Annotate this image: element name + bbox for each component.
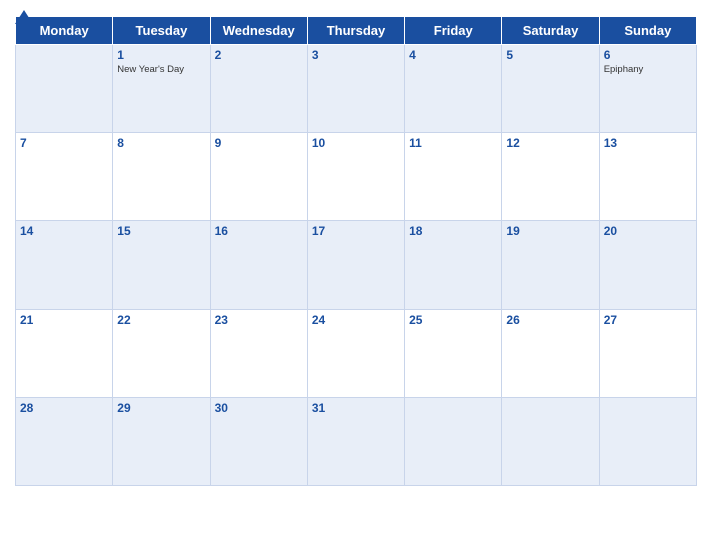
calendar-cell: 6 Epiphany (599, 45, 696, 133)
day-number: 9 (215, 136, 303, 150)
day-number: 14 (20, 224, 108, 238)
logo-blue-text (15, 10, 35, 24)
calendar-cell: 31 (307, 397, 404, 485)
calendar-cell: 30 (210, 397, 307, 485)
day-number: 2 (215, 48, 303, 62)
day-number: 6 (604, 48, 692, 62)
calendar-cell: 8 (113, 133, 210, 221)
calendar-cell: 18 (405, 221, 502, 309)
calendar-cell: 9 (210, 133, 307, 221)
calendar-cell: 3 (307, 45, 404, 133)
day-number: 10 (312, 136, 400, 150)
calendar-cell: 17 (307, 221, 404, 309)
calendar-cell: 14 (16, 221, 113, 309)
logo-bird-icon (15, 10, 33, 24)
weekday-header-wednesday: Wednesday (210, 17, 307, 45)
weekday-header-saturday: Saturday (502, 17, 599, 45)
calendar-cell: 15 (113, 221, 210, 309)
day-number: 22 (117, 313, 205, 327)
calendar-cell: 13 (599, 133, 696, 221)
calendar-container: MondayTuesdayWednesdayThursdayFridaySatu… (0, 0, 712, 550)
calendar-cell: 5 (502, 45, 599, 133)
day-number: 18 (409, 224, 497, 238)
calendar-cell (502, 397, 599, 485)
holiday-label: New Year's Day (117, 64, 205, 75)
day-number: 21 (20, 313, 108, 327)
calendar-cell: 2 (210, 45, 307, 133)
day-number: 5 (506, 48, 594, 62)
day-number: 13 (604, 136, 692, 150)
calendar-cell: 12 (502, 133, 599, 221)
day-number: 25 (409, 313, 497, 327)
day-number: 12 (506, 136, 594, 150)
calendar-cell: 21 (16, 309, 113, 397)
day-number: 16 (215, 224, 303, 238)
day-number: 15 (117, 224, 205, 238)
calendar-cell: 25 (405, 309, 502, 397)
holiday-label: Epiphany (604, 64, 692, 75)
weekday-header-row: MondayTuesdayWednesdayThursdayFridaySatu… (16, 17, 697, 45)
day-number: 27 (604, 313, 692, 327)
calendar-week-row: 14 15 16 17 18 19 20 (16, 221, 697, 309)
calendar-cell (599, 397, 696, 485)
day-number: 17 (312, 224, 400, 238)
day-number: 26 (506, 313, 594, 327)
day-number: 24 (312, 313, 400, 327)
calendar-week-row: 21 22 23 24 25 26 27 (16, 309, 697, 397)
day-number: 23 (215, 313, 303, 327)
weekday-header-sunday: Sunday (599, 17, 696, 45)
calendar-week-row: 789 10 11 12 13 (16, 133, 697, 221)
calendar-cell: 29 (113, 397, 210, 485)
day-number: 8 (117, 136, 205, 150)
day-number: 11 (409, 136, 497, 150)
calendar-cell: 28 (16, 397, 113, 485)
day-number: 31 (312, 401, 400, 415)
calendar-cell: 20 (599, 221, 696, 309)
calendar-cell: 23 (210, 309, 307, 397)
day-number: 19 (506, 224, 594, 238)
calendar-cell: 16 (210, 221, 307, 309)
day-number: 20 (604, 224, 692, 238)
calendar-cell: 19 (502, 221, 599, 309)
day-number: 1 (117, 48, 205, 62)
weekday-header-thursday: Thursday (307, 17, 404, 45)
logo (15, 10, 35, 24)
calendar-cell: 7 (16, 133, 113, 221)
calendar-week-row: 28 29 30 31 (16, 397, 697, 485)
calendar-cell: 1 New Year's Day (113, 45, 210, 133)
calendar-cell: 11 (405, 133, 502, 221)
day-number: 28 (20, 401, 108, 415)
calendar-cell: 24 (307, 309, 404, 397)
day-number: 3 (312, 48, 400, 62)
calendar-cell: 26 (502, 309, 599, 397)
calendar-cell: 10 (307, 133, 404, 221)
day-number: 4 (409, 48, 497, 62)
calendar-cell: 22 (113, 309, 210, 397)
calendar-week-row: 1 New Year's Day 23456 Epiphany (16, 45, 697, 133)
day-number: 29 (117, 401, 205, 415)
weekday-header-tuesday: Tuesday (113, 17, 210, 45)
calendar-table: MondayTuesdayWednesdayThursdayFridaySatu… (15, 16, 697, 486)
calendar-cell (16, 45, 113, 133)
weekday-header-friday: Friday (405, 17, 502, 45)
day-number: 7 (20, 136, 108, 150)
day-number: 30 (215, 401, 303, 415)
calendar-cell: 4 (405, 45, 502, 133)
calendar-cell (405, 397, 502, 485)
calendar-cell: 27 (599, 309, 696, 397)
